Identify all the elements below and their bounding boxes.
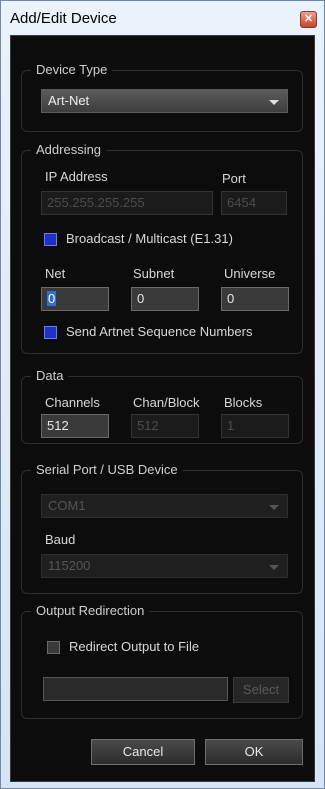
subnet-field[interactable]: 0 xyxy=(131,287,199,311)
chevron-down-icon xyxy=(269,565,279,570)
sequence-numbers-label[interactable]: Send Artnet Sequence Numbers xyxy=(66,324,252,339)
serial-port-value: COM1 xyxy=(48,498,86,513)
net-field[interactable]: 0 xyxy=(41,287,109,311)
net-label: Net xyxy=(45,266,66,281)
ip-address-label: IP Address xyxy=(45,169,108,184)
output-redirection-legend: Output Redirection xyxy=(31,603,150,618)
select-file-button[interactable]: Select xyxy=(233,677,289,703)
port-value: 6454 xyxy=(227,195,256,210)
blocks-label: Blocks xyxy=(224,395,263,410)
close-button[interactable]: ✕ xyxy=(300,11,317,28)
port-field[interactable]: 6454 xyxy=(221,191,287,215)
blocks-field[interactable]: 1 xyxy=(221,414,289,438)
output-file-field[interactable] xyxy=(43,677,228,701)
channels-label: Channels xyxy=(45,395,100,410)
device-type-value: Art-Net xyxy=(48,93,90,108)
redirect-output-label[interactable]: Redirect Output to File xyxy=(69,639,199,654)
broadcast-label[interactable]: Broadcast / Multicast (E1.31) xyxy=(66,231,233,246)
port-label: Port xyxy=(222,171,246,186)
serial-port-legend: Serial Port / USB Device xyxy=(31,462,183,477)
net-value: 0 xyxy=(47,291,57,306)
title-bar[interactable]: Add/Edit Device ✕ xyxy=(1,1,324,35)
blocks-value: 1 xyxy=(227,418,235,433)
cancel-button[interactable]: Cancel xyxy=(91,739,195,765)
close-icon: ✕ xyxy=(303,13,314,25)
window-title: Add/Edit Device xyxy=(10,10,117,27)
chevron-down-icon xyxy=(269,505,279,510)
ip-address-value: 255.255.255.255 xyxy=(47,195,145,210)
universe-label: Universe xyxy=(224,266,276,281)
universe-value: 0 xyxy=(227,291,235,306)
redirect-output-checkbox[interactable] xyxy=(47,641,60,654)
device-type-legend: Device Type xyxy=(31,62,113,77)
data-legend: Data xyxy=(31,368,69,383)
channels-field[interactable]: 512 xyxy=(41,414,109,438)
addressing-legend: Addressing xyxy=(31,142,107,157)
broadcast-checkbox[interactable] xyxy=(44,233,57,246)
subnet-value: 0 xyxy=(137,291,145,306)
ok-button[interactable]: OK xyxy=(205,739,303,765)
sequence-numbers-checkbox[interactable] xyxy=(44,326,57,339)
channels-value: 512 xyxy=(47,418,69,433)
universe-field[interactable]: 0 xyxy=(221,287,289,311)
baud-value: 115200 xyxy=(48,558,91,573)
baud-label: Baud xyxy=(45,532,76,547)
serial-port-select[interactable]: COM1 xyxy=(41,494,288,518)
ip-address-field[interactable]: 255.255.255.255 xyxy=(41,191,213,215)
chan-block-label: Chan/Block xyxy=(133,395,200,410)
chan-block-value: 512 xyxy=(137,418,159,433)
subnet-label: Subnet xyxy=(133,266,175,281)
chan-block-field[interactable]: 512 xyxy=(131,414,199,438)
chevron-down-icon xyxy=(269,100,279,105)
device-type-select[interactable]: Art-Net xyxy=(41,89,288,113)
baud-select[interactable]: 115200 xyxy=(41,554,288,578)
